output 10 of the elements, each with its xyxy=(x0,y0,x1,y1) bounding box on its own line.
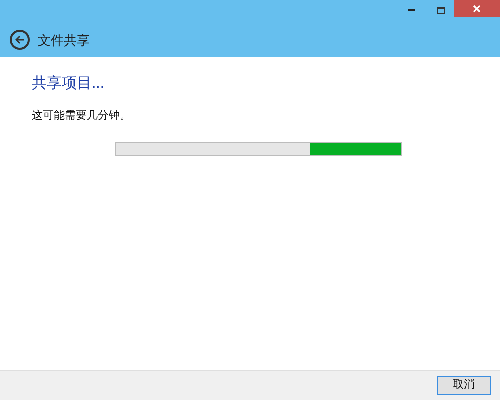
window-title: 文件共享 xyxy=(38,34,90,46)
close-icon xyxy=(473,4,481,12)
heading: 共享项目... xyxy=(32,74,106,94)
back-button[interactable] xyxy=(10,30,30,50)
message-text: 这可能需要几分钟。 xyxy=(32,108,132,124)
close-button[interactable] xyxy=(454,0,500,17)
minimize-icon xyxy=(408,9,414,11)
maximize-icon xyxy=(437,6,445,14)
cancel-button[interactable]: 取消 xyxy=(437,376,491,395)
back-arrow-icon xyxy=(15,35,25,45)
